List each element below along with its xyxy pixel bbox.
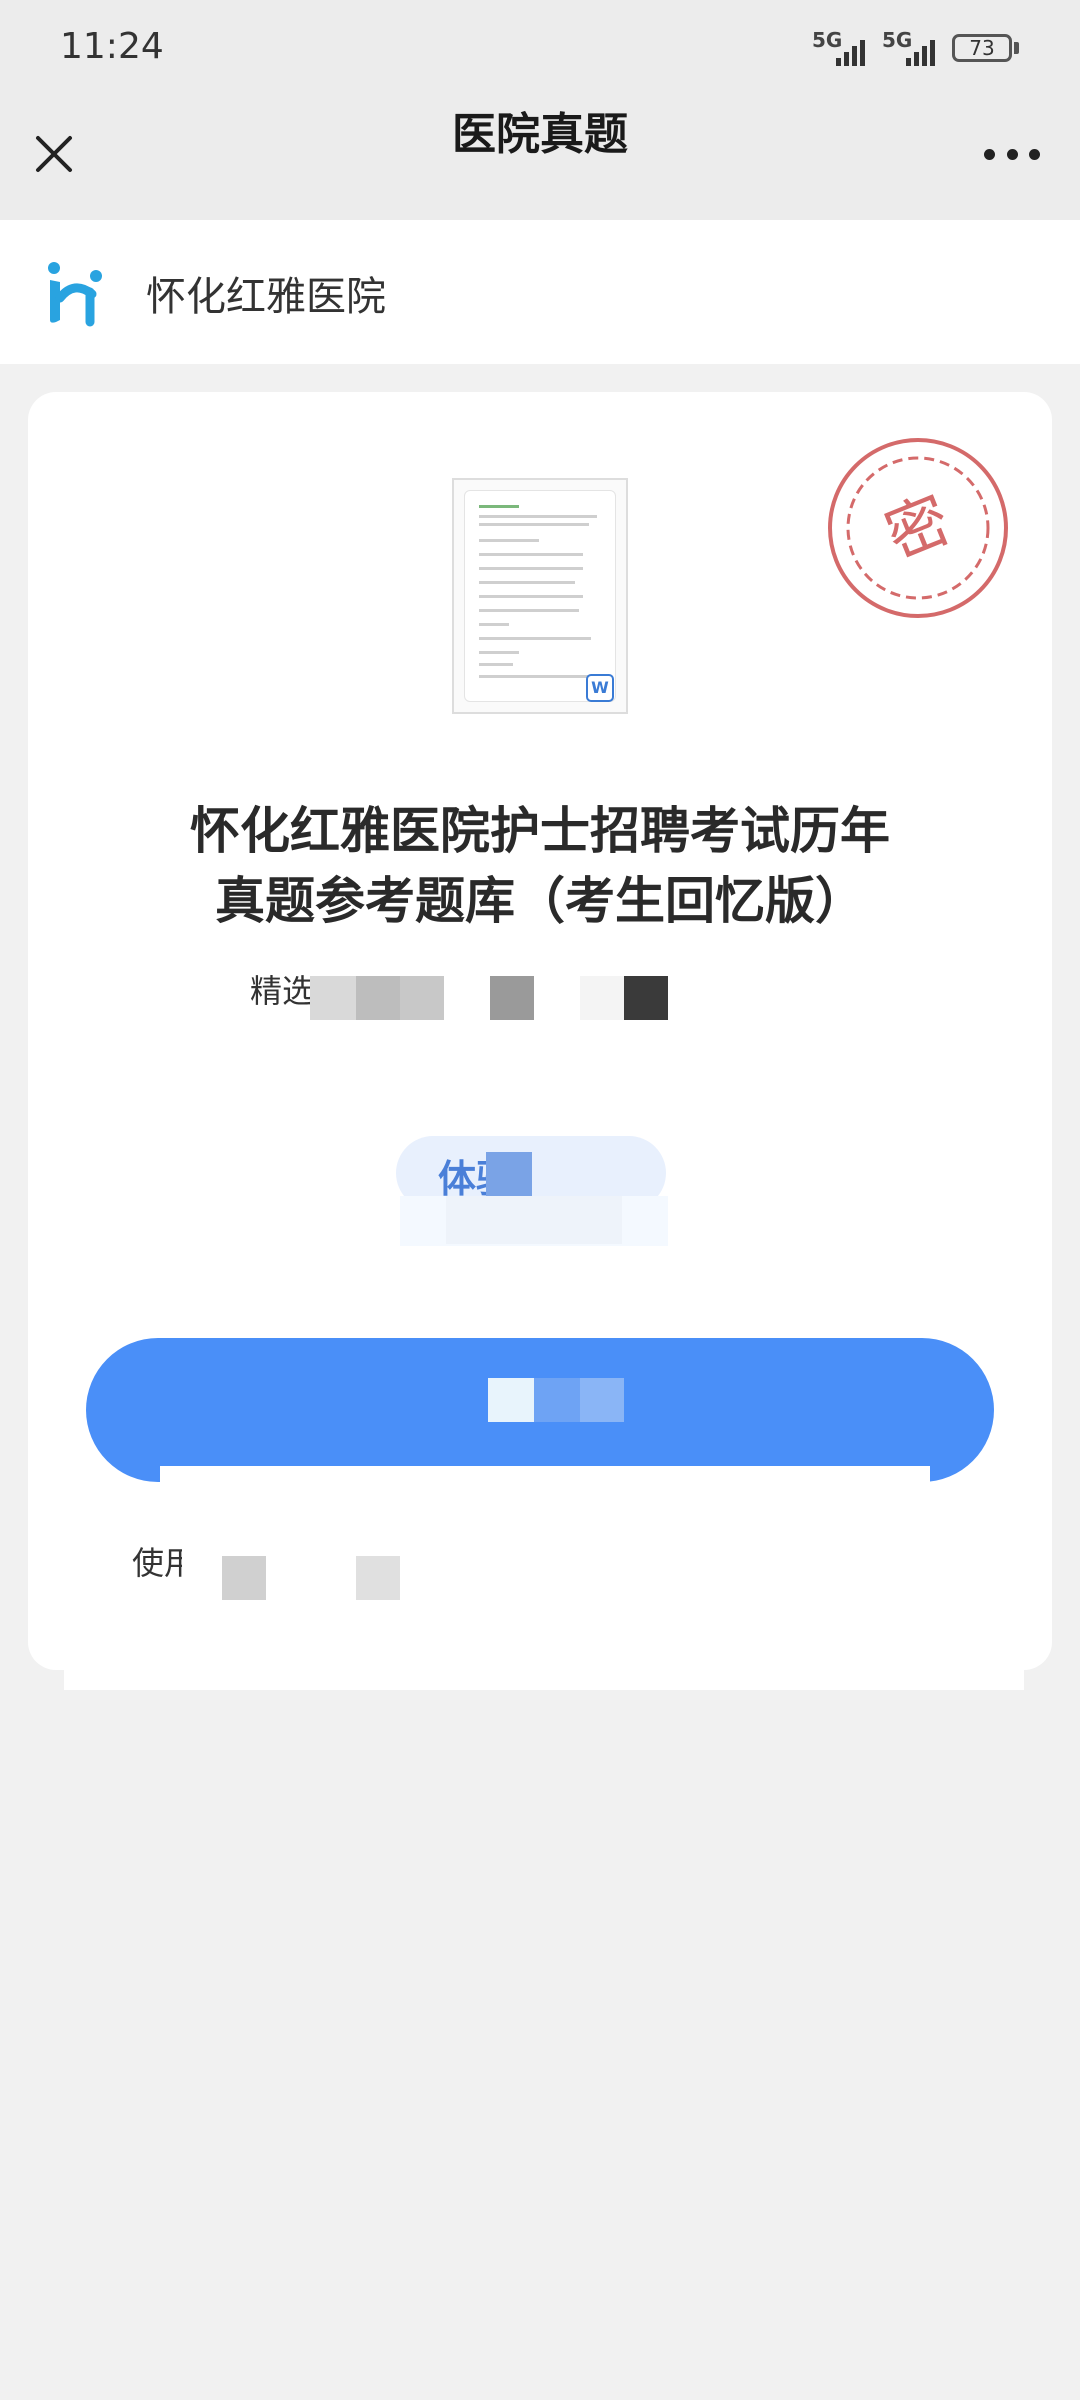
document-thumbnail: W <box>452 478 628 714</box>
status-bar: 11:24 5G 5G 73 <box>0 0 1080 110</box>
mosaic-block <box>310 976 356 1020</box>
more-icon[interactable] <box>984 144 1040 164</box>
signal-icon-2: 5G <box>882 28 952 68</box>
mosaic-block <box>624 976 668 1020</box>
close-icon[interactable] <box>30 130 78 178</box>
mosaic-block <box>182 1538 222 1584</box>
word-icon: W <box>586 674 614 702</box>
mosaic-block <box>580 1378 624 1422</box>
mosaic-block <box>400 976 444 1020</box>
mosaic-block <box>446 1196 622 1244</box>
mosaic-block <box>64 1640 1024 1690</box>
mosaic-block <box>580 976 624 1020</box>
confidential-stamp-icon: 密 <box>826 436 1010 620</box>
product-title: 怀化红雅医院护士招聘考试历年 真题参考题库（考生回忆版） <box>100 796 980 936</box>
subtitle-text: 精选 <box>250 972 315 1010</box>
hospital-logo-icon <box>48 262 102 327</box>
mosaic-block <box>222 1556 266 1600</box>
mosaic-block <box>486 1152 532 1198</box>
signal-label-2: 5G <box>882 28 913 52</box>
hospital-name: 怀化红雅医院 <box>146 274 386 320</box>
mosaic-block <box>160 1466 930 1506</box>
mosaic-block <box>490 976 534 1020</box>
nav-bar: 医院真题 <box>0 110 1080 220</box>
product-title-line2: 真题参考题库（考生回忆版） <box>215 872 865 930</box>
battery-tip <box>1014 42 1019 54</box>
product-title-line1: 怀化红雅医院护士招聘考试历年 <box>190 802 890 860</box>
status-time: 11:24 <box>60 26 164 67</box>
page-title: 医院真题 <box>452 109 628 160</box>
signal-label: 5G <box>812 28 843 52</box>
mosaic-block <box>356 976 400 1020</box>
mosaic-block <box>488 1378 534 1422</box>
hospital-header[interactable]: 怀化红雅医院 <box>0 220 1080 364</box>
mosaic-block <box>534 1378 580 1422</box>
mosaic-block <box>356 1556 400 1600</box>
signal-icon: 5G <box>812 28 882 68</box>
battery-icon: 73 <box>952 34 1012 62</box>
